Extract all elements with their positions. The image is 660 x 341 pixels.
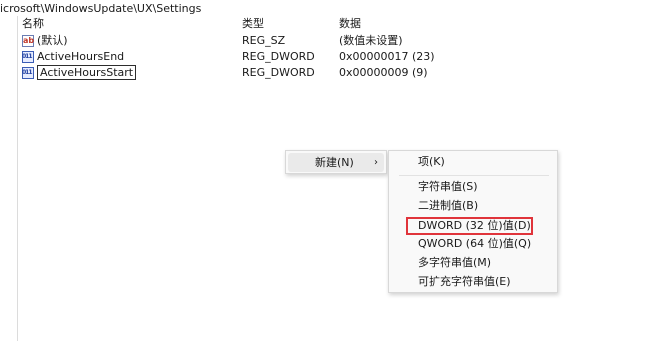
submenu-item-qword-value[interactable]: QWORD (64 位)值(Q) <box>418 235 531 253</box>
dword-highlight-box <box>406 217 533 235</box>
value-name: (默认) <box>37 34 68 47</box>
address-path: icrosoft\WindowsUpdate\UX\Settings <box>0 2 202 15</box>
tree-pane[interactable] <box>0 16 18 341</box>
value-name: ActiveHoursStart <box>37 65 137 80</box>
chevron-right-icon: › <box>374 157 378 168</box>
value-row-activehoursstart[interactable]: ActiveHoursStart REG_DWORD 0x00000009 (9… <box>18 65 660 81</box>
value-type: REG_DWORD <box>242 66 315 79</box>
submenu-item-binary-value[interactable]: 二进制值(B) <box>418 197 478 215</box>
string-value-icon <box>22 33 34 49</box>
value-name: ActiveHoursEnd <box>37 50 125 63</box>
submenu-item-string-value[interactable]: 字符串值(S) <box>418 178 478 196</box>
value-data: (数值未设置) <box>339 34 403 47</box>
menu-separator <box>399 175 549 176</box>
context-menu: 新建(N) › <box>285 150 387 174</box>
value-data: 0x00000009 (9) <box>339 66 428 79</box>
binary-value-icon <box>22 49 34 65</box>
list-header: 名称 类型 数据 <box>18 16 660 32</box>
value-row-activehoursend[interactable]: ActiveHoursEnd REG_DWORD 0x00000017 (23) <box>18 49 660 65</box>
submenu-item-multi-string-value[interactable]: 多字符串值(M) <box>418 254 491 272</box>
column-header-data[interactable]: 数据 <box>339 16 361 32</box>
binary-value-icon <box>22 65 34 81</box>
value-row-default[interactable]: (默认) REG_SZ (数值未设置) <box>18 33 660 49</box>
address-bar[interactable]: icrosoft\WindowsUpdate\UX\Settings <box>0 0 660 16</box>
submenu-item-expandable-string-value[interactable]: 可扩充字符串值(E) <box>418 273 511 291</box>
column-header-name[interactable]: 名称 <box>22 16 44 32</box>
value-type: REG_SZ <box>242 34 286 47</box>
value-type: REG_DWORD <box>242 50 315 63</box>
value-data: 0x00000017 (23) <box>339 50 435 63</box>
submenu-item-key[interactable]: 项(K) <box>418 153 445 171</box>
new-submenu: 项(K) 字符串值(S) 二进制值(B) DWORD (32 位)值(D) QW… <box>388 150 558 293</box>
column-header-type[interactable]: 类型 <box>242 16 264 32</box>
menu-item-new[interactable]: 新建(N) › <box>288 153 384 172</box>
menu-item-new-label: 新建(N) <box>315 156 354 169</box>
